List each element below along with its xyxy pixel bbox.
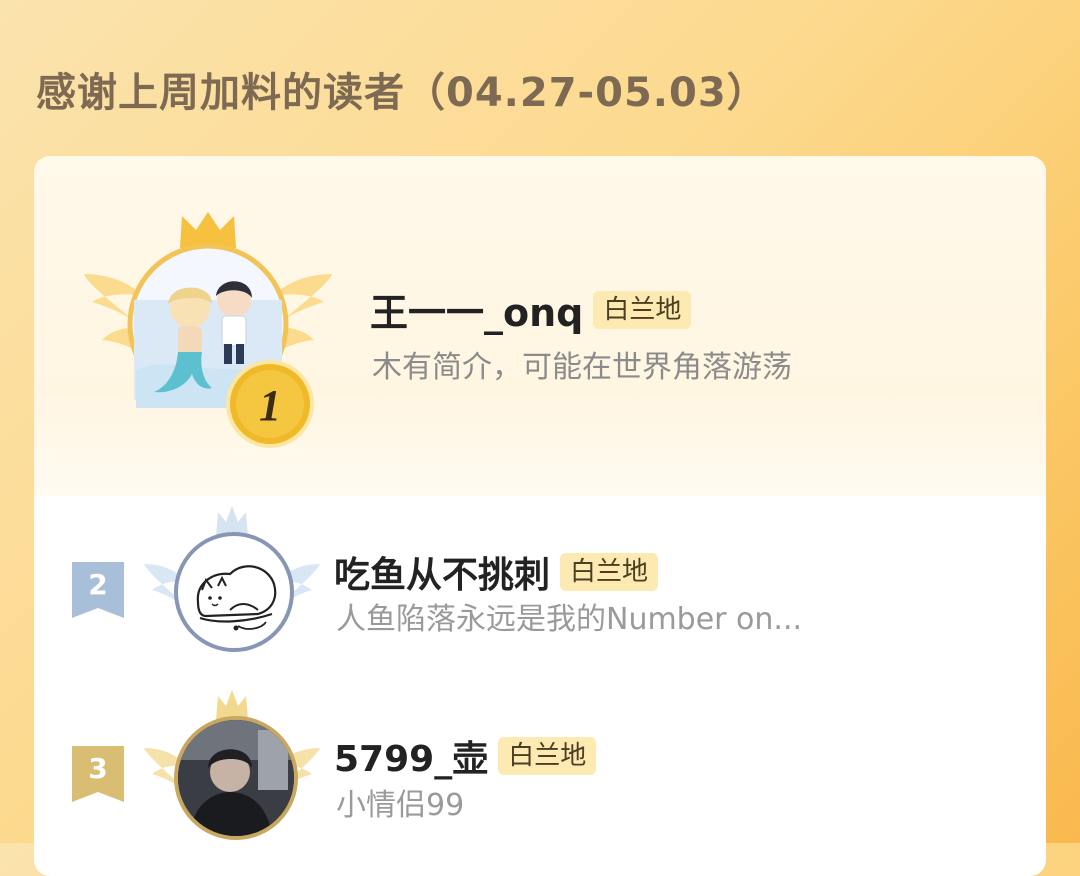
user-name[interactable]: 吃鱼从不挑刺 bbox=[334, 546, 550, 598]
page-title: 感谢上周加料的读者（04.27-05.03） bbox=[36, 70, 768, 116]
user-badge: 白兰地 bbox=[560, 553, 659, 591]
leaderboard-card: 1 王一一_onq 白兰地 木有简介，可能在世界角落游荡 2 吃鱼从不挑刺 白兰… bbox=[34, 156, 1046, 876]
user-bio: 人鱼陷落永远是我的Number on... bbox=[336, 602, 803, 637]
rank-number: 3 bbox=[88, 752, 108, 785]
user-name[interactable]: 王一一_onq bbox=[370, 282, 583, 337]
svg-text:1: 1 bbox=[259, 381, 281, 430]
avatar[interactable] bbox=[174, 716, 298, 840]
avatar[interactable] bbox=[174, 532, 294, 652]
user-bio: 小情侣99 bbox=[336, 788, 465, 823]
rank-tag: 3 bbox=[72, 746, 124, 802]
rank-one-medal-icon: 1 bbox=[226, 360, 314, 448]
avatar-photo bbox=[178, 720, 294, 836]
user-name-line: 吃鱼从不挑刺 白兰地 bbox=[334, 546, 659, 598]
user-badge: 白兰地 bbox=[498, 737, 597, 775]
user-name[interactable]: 5799_壶 bbox=[334, 730, 488, 782]
user-badge: 白兰地 bbox=[593, 290, 692, 329]
cat-drawing-icon bbox=[196, 565, 277, 631]
rank-tag: 2 bbox=[72, 562, 124, 618]
rank-number: 2 bbox=[88, 568, 108, 601]
user-bio: 木有简介，可能在世界角落游荡 bbox=[372, 350, 792, 385]
user-name-line: 王一一_onq 白兰地 bbox=[370, 282, 692, 337]
user-name-line: 5799_壶 白兰地 bbox=[334, 730, 597, 782]
